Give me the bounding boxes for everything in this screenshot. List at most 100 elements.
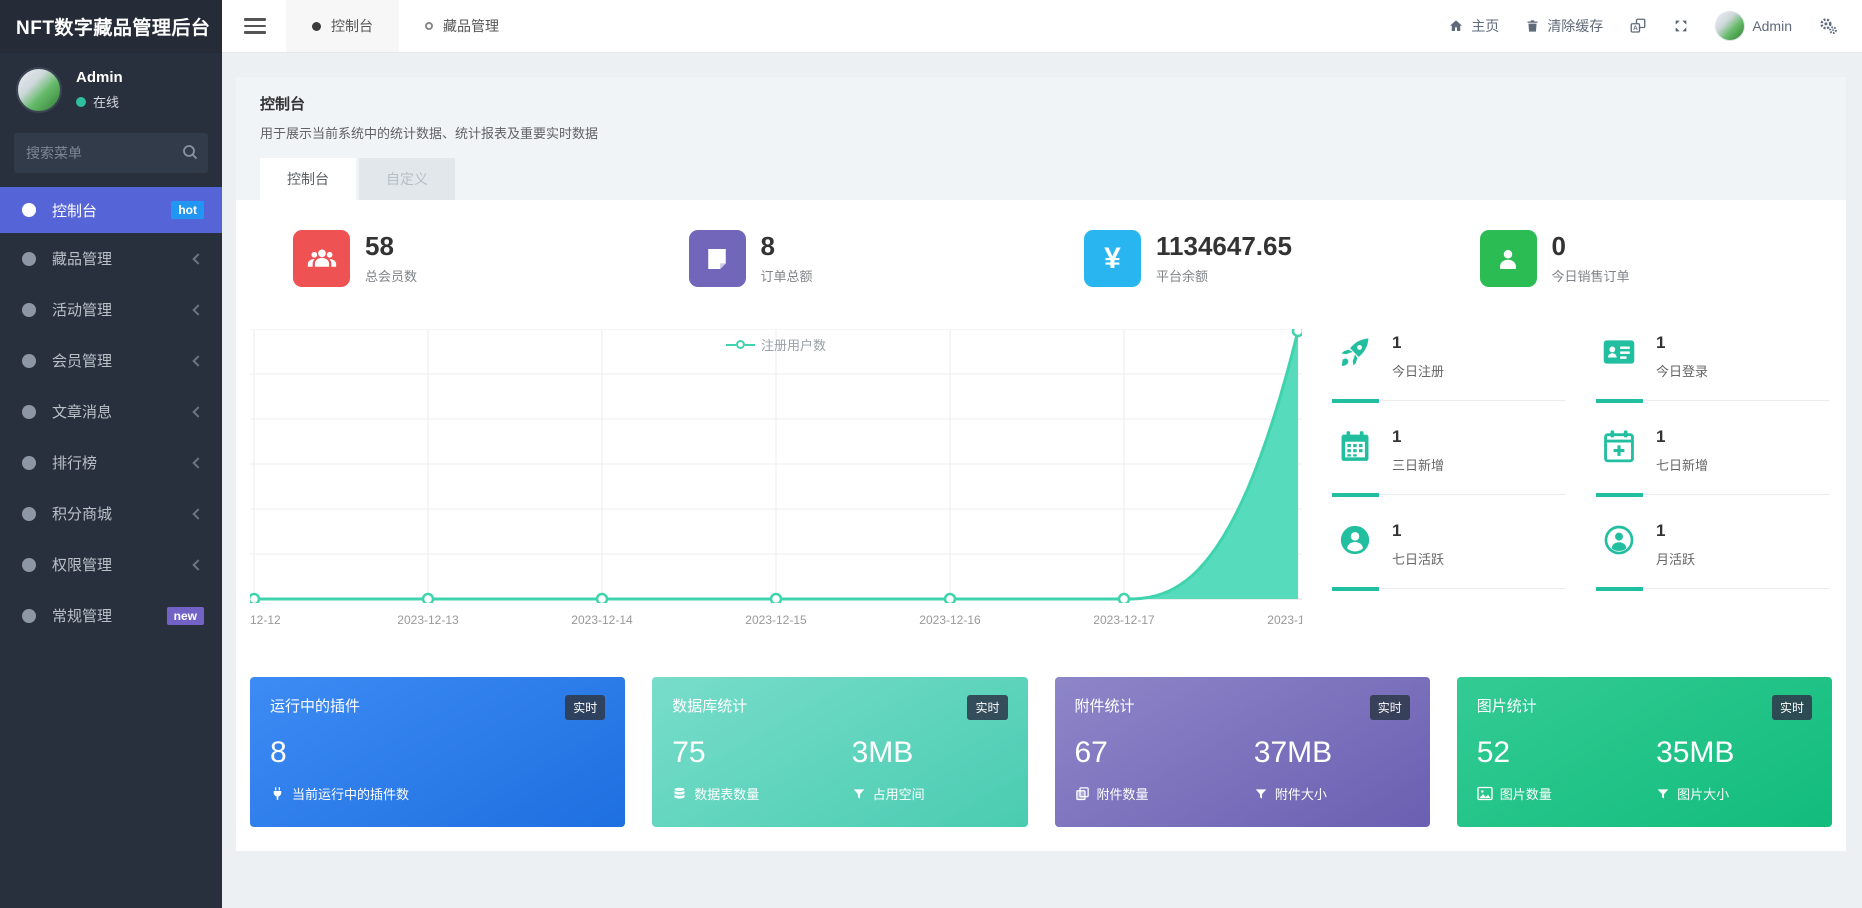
- filter-icon: [1657, 788, 1669, 799]
- sidebar-item-permissions[interactable]: 权限管理: [0, 539, 222, 590]
- panel-tab-console[interactable]: 控制台: [260, 158, 356, 200]
- rocket-icon: [1336, 333, 1374, 371]
- stat-total-members: 58 总会员数: [250, 230, 646, 287]
- chart-x-axis: 12-12 2023-12-13 2023-12-14 2023-12-15 2023-…: [250, 609, 1302, 633]
- user-avatar[interactable]: [16, 67, 62, 113]
- copy-icon: [1075, 787, 1089, 801]
- user-icon: [1479, 230, 1537, 287]
- trash-icon: [1527, 20, 1538, 32]
- mini-stat-7day-active: 1 七日活跃: [1332, 517, 1566, 591]
- realtime-badge: 实时: [1369, 695, 1410, 720]
- search-icon[interactable]: [182, 144, 198, 160]
- menu-dot-icon: [22, 455, 36, 470]
- mini-stat-month-active: 1 月活跃: [1596, 517, 1830, 591]
- chevron-left-icon: [192, 507, 204, 520]
- home-link[interactable]: 主页: [1448, 16, 1499, 36]
- stat-order-total: 8 订单总额: [646, 230, 1042, 287]
- sidebar-item-activities[interactable]: 活动管理: [0, 284, 222, 335]
- user-status: 在线: [76, 92, 123, 111]
- filter-icon: [1255, 788, 1267, 799]
- realtime-badge: 实时: [1771, 695, 1812, 720]
- sidebar-item-ranking[interactable]: 排行榜: [0, 437, 222, 488]
- settings-button[interactable]: [1818, 16, 1838, 36]
- x-axis-tick-label: 2023-12-15: [745, 613, 807, 627]
- sidebar-item-members[interactable]: 会员管理: [0, 335, 222, 386]
- hot-badge: hot: [171, 201, 204, 219]
- online-dot-icon: [76, 96, 86, 107]
- stat-value: 58: [365, 230, 394, 261]
- stat-label: 订单总额: [760, 269, 813, 285]
- sidebar-item-general[interactable]: 常规管理 new: [0, 590, 222, 641]
- card-attachment-stats: 附件统计 实时 67 附件数量 37MB 附件大小: [1054, 677, 1430, 827]
- stat-label: 总会员数: [365, 269, 418, 285]
- chevron-left-icon: [192, 303, 204, 316]
- mini-stat-today-register: 1 今日注册: [1332, 329, 1566, 403]
- x-axis-tick-label: 2023-12-18: [1267, 613, 1302, 627]
- hamburger-menu-icon[interactable]: [244, 14, 266, 38]
- database-icon: [674, 787, 685, 798]
- top-navbar: 控制台 藏品管理 主页 清除缓存 A Admin: [222, 0, 1862, 53]
- x-axis-tick-label: 2023-12-13: [397, 613, 459, 627]
- tab-collections[interactable]: 藏品管理: [399, 0, 525, 52]
- avatar: [1715, 11, 1746, 41]
- user-circle-outline-icon: [1600, 521, 1638, 559]
- tab-console[interactable]: 控制台: [286, 0, 399, 52]
- new-badge: new: [166, 606, 204, 625]
- menu-dot-icon: [22, 557, 36, 572]
- console-panel: 控制台 用于展示当前系统中的统计数据、统计报表及重要实时数据 控制台 自定义 5…: [236, 77, 1846, 851]
- sidebar-item-collections[interactable]: 藏品管理: [0, 233, 222, 284]
- menu-search: [14, 133, 208, 173]
- area-chart-canvas: [250, 329, 1302, 603]
- users-icon: [293, 230, 350, 287]
- stat-platform-balance: ¥ 1134647.65 平台余额: [1041, 230, 1437, 287]
- chevron-left-icon: [192, 456, 204, 469]
- sidebar-item-articles[interactable]: 文章消息: [0, 386, 222, 437]
- home-icon: [1450, 20, 1463, 31]
- filled-dot-icon: [312, 21, 321, 31]
- sidebar-menu: 控制台 hot 藏品管理 活动管理 会员管理 文章消息 排行榜 积分商城 权限管…: [0, 187, 222, 641]
- registered-users-chart[interactable]: 注册用户数 12-12 2023-12-13 2023-12-14 2023-12-1…: [250, 329, 1302, 633]
- menu-dot-icon: [22, 251, 36, 266]
- menu-dot-icon: [22, 203, 36, 217]
- card-image-stats: 图片统计 实时 52 图片数量 35MB 图片大小: [1456, 677, 1832, 827]
- stat-value: 1134647.65: [1156, 230, 1292, 261]
- user-panel: Admin 在线: [0, 53, 222, 125]
- mini-stat-7day-new: 1 七日新增: [1596, 423, 1830, 497]
- fullscreen-button[interactable]: [1673, 18, 1689, 34]
- stat-today-sales: 0 今日销售订单: [1437, 230, 1833, 287]
- x-axis-tick-label: 2023-12-16: [919, 613, 981, 627]
- sidebar: NFT数字藏品管理后台 Admin 在线 控制台 hot 藏品管理: [0, 0, 222, 908]
- clear-cache-button[interactable]: 清除缓存: [1525, 16, 1603, 36]
- calendar-plus-icon: [1600, 427, 1638, 465]
- note-icon: [688, 230, 746, 287]
- x-axis-tick-label: 12-12: [250, 613, 281, 627]
- summary-cards: 运行中的插件 实时 8 当前运行中的插件数 数据库统计 实时 75 数据表数量 …: [250, 677, 1832, 827]
- page-subtitle: 用于展示当前系统中的统计数据、统计报表及重要实时数据: [260, 126, 599, 141]
- sidebar-item-console[interactable]: 控制台 hot: [0, 187, 222, 233]
- menu-dot-icon: [22, 353, 36, 368]
- filter-icon: [853, 788, 864, 799]
- panel-body: 58 总会员数 8 订单总额 ¥ 1134647.65 平台余额 0 今日销售订…: [236, 200, 1846, 851]
- chevron-left-icon: [192, 252, 204, 265]
- stat-label: 今日销售订单: [1551, 269, 1630, 285]
- svg-text:A: A: [1633, 25, 1638, 32]
- stat-value: 8: [760, 230, 775, 261]
- sidebar-item-points-mall[interactable]: 积分商城: [0, 488, 222, 539]
- main-content: 控制台 用于展示当前系统中的统计数据、统计报表及重要实时数据 控制台 自定义 5…: [222, 53, 1862, 908]
- calendar-icon: [1336, 427, 1374, 465]
- user-circle-icon: [1336, 521, 1374, 559]
- mini-stats-grid: 1 今日注册 1 今日登录 1 三日新增 1 七日新增 1 七日活跃 1 月活跃: [1332, 329, 1830, 633]
- language-switch-button[interactable]: A: [1629, 17, 1647, 35]
- plug-icon: [273, 787, 282, 800]
- hollow-dot-icon: [425, 22, 433, 30]
- card-database-stats: 数据库统计 实时 75 数据表数量 3MB 占用空间: [652, 677, 1028, 827]
- panel-tab-custom[interactable]: 自定义: [359, 158, 455, 200]
- admin-profile[interactable]: Admin: [1715, 11, 1792, 41]
- image-icon: [1477, 786, 1493, 801]
- menu-dot-icon: [22, 404, 36, 419]
- search-input[interactable]: [14, 133, 208, 173]
- page-title: 控制台: [260, 96, 306, 113]
- panel-tabs: 控制台 自定义: [260, 158, 1822, 200]
- chevron-left-icon: [192, 354, 204, 367]
- menu-dot-icon: [22, 302, 36, 317]
